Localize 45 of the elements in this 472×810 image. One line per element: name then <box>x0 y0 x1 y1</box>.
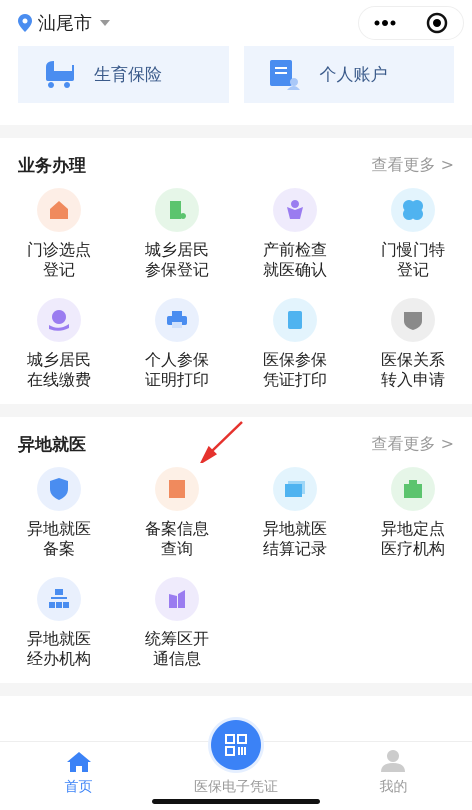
tab-item[interactable]: 首页 <box>0 742 158 810</box>
service-label[interactable]: 城乡居民参保登记 <box>144 240 210 280</box>
service-icon[interactable] <box>37 298 81 342</box>
service-label[interactable]: 城乡居民在线缴费 <box>26 350 92 390</box>
service-label[interactable]: 异地就医备案 <box>26 519 92 559</box>
city-name[interactable]: 汕尾市 <box>38 11 92 35</box>
service-label[interactable]: 个人参保证明打印 <box>144 350 210 390</box>
service-icon[interactable] <box>155 467 199 511</box>
person-icon <box>381 750 406 772</box>
service-label[interactable]: 异地定点医疗机构 <box>380 519 446 559</box>
service-label[interactable]: 医保关系转入申请 <box>380 350 446 390</box>
banner-label: 个人账户 <box>320 64 388 86</box>
home-icon <box>66 752 91 772</box>
service-label[interactable]: 产前检查就医确认 <box>262 240 328 280</box>
stroller-icon <box>44 60 74 88</box>
service-icon[interactable] <box>391 188 435 232</box>
service-icon[interactable] <box>155 188 199 232</box>
banner-card[interactable]: 生育保险 <box>18 46 228 103</box>
service-label[interactable]: 异地就医结算记录 <box>262 519 328 559</box>
section-title: 异地就医 <box>18 434 86 456</box>
close-target-icon[interactable] <box>426 12 448 34</box>
more-icon[interactable] <box>374 20 396 26</box>
service-icon[interactable] <box>273 188 317 232</box>
location-pin-icon <box>18 14 32 32</box>
service-label[interactable]: 统筹区开通信息 <box>144 629 210 669</box>
service-label[interactable]: 备案信息查询 <box>144 519 210 559</box>
service-icon[interactable] <box>37 577 81 621</box>
service-icon[interactable] <box>273 467 317 511</box>
service-icon[interactable] <box>273 298 317 342</box>
service-label[interactable]: 异地就医经办机构 <box>26 629 92 669</box>
banner-card[interactable]: 个人账户 <box>244 46 454 103</box>
caret-icon[interactable] <box>100 20 110 26</box>
service-icon[interactable] <box>155 298 199 342</box>
service-icon[interactable] <box>391 298 435 342</box>
service-label[interactable]: 门诊选点登记 <box>26 240 92 280</box>
service-label[interactable]: 医保参保凭证打印 <box>262 350 328 390</box>
section-title: 业务办理 <box>18 154 86 176</box>
banner-label: 生育保险 <box>94 64 162 86</box>
service-icon[interactable] <box>37 467 81 511</box>
service-icon[interactable] <box>37 188 81 232</box>
service-icon[interactable] <box>155 577 199 621</box>
service-label[interactable]: 门慢门特登记 <box>380 240 446 280</box>
document-icon <box>270 60 300 90</box>
service-icon[interactable] <box>391 467 435 511</box>
pointer-arrow <box>200 421 244 463</box>
